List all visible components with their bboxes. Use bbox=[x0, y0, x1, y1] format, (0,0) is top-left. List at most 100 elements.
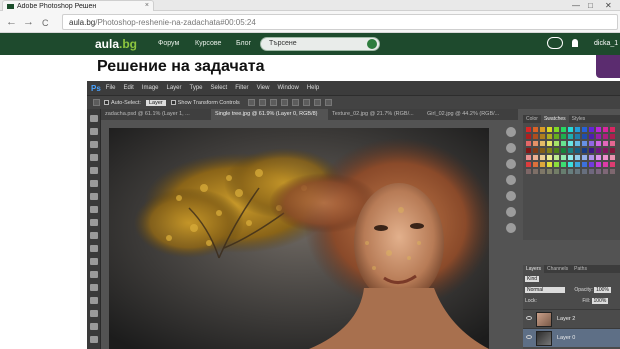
swatch[interactable] bbox=[575, 148, 580, 153]
menu-layer[interactable]: Layer bbox=[167, 85, 182, 91]
swatch[interactable] bbox=[526, 134, 531, 139]
swatch[interactable] bbox=[561, 148, 566, 153]
swatch[interactable] bbox=[533, 127, 538, 132]
menu-filter[interactable]: Filter bbox=[235, 85, 248, 91]
reload-button[interactable]: C bbox=[42, 17, 49, 29]
paragraph-panel-icon[interactable] bbox=[506, 191, 516, 201]
history-panel-icon[interactable] bbox=[506, 127, 516, 137]
info-panel-icon[interactable] bbox=[506, 175, 516, 185]
swatch[interactable] bbox=[547, 155, 552, 160]
menu-help[interactable]: Help bbox=[307, 85, 319, 91]
tab-layers[interactable]: Layers bbox=[523, 265, 545, 273]
search-icon[interactable] bbox=[367, 39, 377, 49]
align-right-icon[interactable] bbox=[302, 99, 310, 106]
character-panel-icon[interactable] bbox=[506, 207, 516, 217]
user-name[interactable]: dicka_1 bbox=[594, 40, 618, 47]
menu-view[interactable]: View bbox=[257, 85, 270, 91]
doc-tab-single-tree[interactable]: Single tree.jpg @ 61.9% (Layer 0, RGB/8) bbox=[211, 109, 328, 120]
swatch[interactable] bbox=[596, 148, 601, 153]
swatch[interactable] bbox=[582, 169, 587, 174]
tab-close-icon[interactable]: × bbox=[145, 2, 149, 9]
swatch[interactable] bbox=[561, 134, 566, 139]
site-logo[interactable]: aula.bg bbox=[95, 37, 137, 51]
swatch[interactable] bbox=[533, 162, 538, 167]
swatch[interactable] bbox=[596, 127, 601, 132]
swatch[interactable] bbox=[547, 162, 552, 167]
fill-input[interactable]: 100% bbox=[591, 298, 609, 304]
align-center-icon[interactable] bbox=[291, 99, 299, 106]
swatch[interactable] bbox=[610, 169, 615, 174]
align-top-icon[interactable] bbox=[247, 99, 255, 106]
swatch[interactable] bbox=[554, 148, 559, 153]
swatch[interactable] bbox=[610, 155, 615, 160]
menu-file[interactable]: File bbox=[106, 85, 116, 91]
document-canvas[interactable] bbox=[109, 128, 489, 349]
swatch[interactable] bbox=[547, 141, 552, 146]
swatch[interactable] bbox=[568, 169, 573, 174]
align-left-icon[interactable] bbox=[280, 99, 288, 106]
swatch[interactable] bbox=[561, 162, 566, 167]
swatch[interactable] bbox=[603, 162, 608, 167]
swatch[interactable] bbox=[540, 155, 545, 160]
swatch[interactable] bbox=[547, 134, 552, 139]
swatch[interactable] bbox=[603, 134, 608, 139]
align-middle-icon[interactable] bbox=[258, 99, 266, 106]
nav-forum[interactable]: Форум bbox=[158, 40, 179, 47]
notification-bell-icon[interactable] bbox=[572, 39, 578, 47]
swatch[interactable] bbox=[603, 155, 608, 160]
swatch[interactable] bbox=[575, 155, 580, 160]
swatch[interactable] bbox=[547, 127, 552, 132]
shape-tool-icon[interactable] bbox=[90, 336, 98, 343]
swatch[interactable] bbox=[540, 169, 545, 174]
gradient-tool-icon[interactable] bbox=[90, 258, 98, 265]
chat-icon[interactable] bbox=[547, 37, 563, 49]
swatch[interactable] bbox=[561, 169, 566, 174]
properties-panel-icon[interactable] bbox=[506, 143, 516, 153]
swatch[interactable] bbox=[589, 169, 594, 174]
type-tool-icon[interactable] bbox=[90, 310, 98, 317]
stamp-tool-icon[interactable] bbox=[90, 219, 98, 226]
swatch[interactable] bbox=[533, 155, 538, 160]
layer-row-layer-0[interactable]: Layer 0 bbox=[523, 328, 620, 347]
nav-courses[interactable]: Курсове bbox=[195, 40, 221, 47]
healing-tool-icon[interactable] bbox=[90, 193, 98, 200]
opacity-input[interactable]: 100% bbox=[594, 287, 611, 293]
swatch[interactable] bbox=[603, 148, 608, 153]
swatch[interactable] bbox=[589, 162, 594, 167]
swatch[interactable] bbox=[540, 141, 545, 146]
history-brush-tool-icon[interactable] bbox=[90, 232, 98, 239]
adjustments-panel-icon[interactable] bbox=[506, 159, 516, 169]
tab-color[interactable]: Color bbox=[523, 115, 541, 123]
swatch[interactable] bbox=[568, 162, 573, 167]
eraser-tool-icon[interactable] bbox=[90, 245, 98, 252]
swatch[interactable] bbox=[582, 155, 587, 160]
swatch[interactable] bbox=[610, 127, 615, 132]
swatch[interactable] bbox=[554, 134, 559, 139]
layer-kind-dropdown[interactable]: Kind bbox=[525, 276, 540, 282]
3d-mode-icon[interactable] bbox=[324, 99, 332, 106]
swatch[interactable] bbox=[561, 155, 566, 160]
auto-select-dropdown[interactable]: Layer bbox=[145, 99, 166, 106]
path-select-tool-icon[interactable] bbox=[90, 323, 98, 330]
swatch[interactable] bbox=[554, 155, 559, 160]
move-tool-icon[interactable] bbox=[90, 115, 98, 122]
swatch[interactable] bbox=[554, 127, 559, 132]
dodge-tool-icon[interactable] bbox=[90, 284, 98, 291]
photoshop-window[interactable]: Ps File Edit Image Layer Type Select Fil… bbox=[87, 81, 620, 349]
menu-type[interactable]: Type bbox=[190, 85, 203, 91]
doc-tab-texture[interactable]: Texture_02.jpg @ 21.7% (RGB/... bbox=[328, 109, 423, 120]
swatch[interactable] bbox=[533, 134, 538, 139]
swatch[interactable] bbox=[582, 162, 587, 167]
swatch[interactable] bbox=[554, 169, 559, 174]
quick-select-tool-icon[interactable] bbox=[90, 154, 98, 161]
forward-button[interactable]: → bbox=[23, 16, 34, 28]
search-input[interactable]: Търсене bbox=[260, 37, 380, 51]
address-bar[interactable]: aula.bg/Photoshop-reshenie-na-zadachata#… bbox=[62, 14, 618, 30]
swatch[interactable] bbox=[568, 134, 573, 139]
swatch[interactable] bbox=[554, 141, 559, 146]
swatch[interactable] bbox=[589, 155, 594, 160]
swatch[interactable] bbox=[540, 134, 545, 139]
show-transform-checkbox[interactable] bbox=[170, 100, 176, 105]
browser-tab[interactable]: Adobe Photoshop Решен × bbox=[2, 0, 154, 11]
swatch[interactable] bbox=[596, 169, 601, 174]
